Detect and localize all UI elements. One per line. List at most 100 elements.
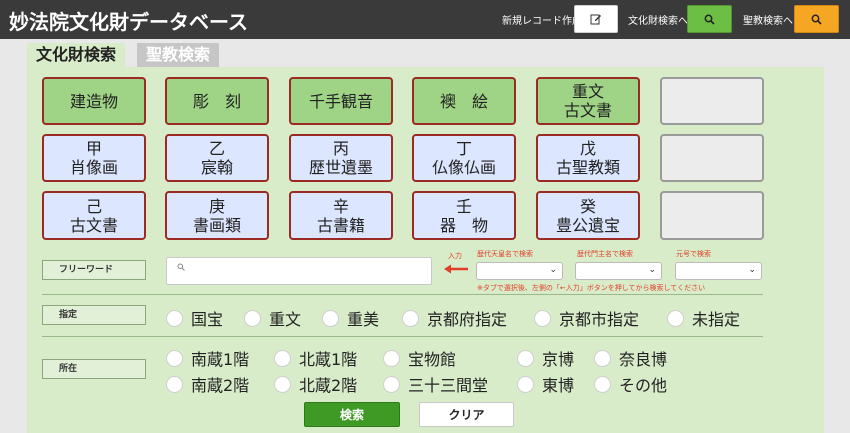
designation-radio-jubun[interactable]: 重文 bbox=[244, 306, 301, 330]
input-transfer-label: 入力 bbox=[448, 252, 462, 260]
category-label-line2: 古聖教類 bbox=[555, 158, 620, 177]
category-button[interactable]: 己 古文書 bbox=[42, 191, 146, 240]
radio-circle[interactable] bbox=[383, 349, 400, 367]
category-label-line1: 戊 bbox=[579, 139, 596, 158]
radio-label: その他 bbox=[619, 376, 668, 395]
category-label-line2: 歴世遺墨 bbox=[308, 158, 373, 177]
category-button[interactable]: 襖 絵 bbox=[412, 77, 516, 125]
cultural-search-label: 文化財検索へ bbox=[628, 16, 688, 27]
era-select[interactable]: ⌄ bbox=[675, 262, 762, 280]
location-radio-kitagura-1f[interactable]: 北蔵1階 bbox=[274, 346, 357, 370]
location-radio-narahaku[interactable]: 奈良博 bbox=[594, 346, 667, 370]
empty-category-button[interactable] bbox=[660, 134, 764, 182]
emperor-select[interactable]: ⌄ bbox=[476, 262, 563, 280]
location-radio-kyohaku[interactable]: 京博 bbox=[517, 346, 574, 370]
category-label-line2: 古文書 bbox=[563, 101, 612, 120]
category-button[interactable]: 彫 刻 bbox=[165, 77, 269, 125]
radio-circle[interactable] bbox=[166, 349, 183, 367]
category-button[interactable]: 建造物 bbox=[42, 77, 146, 125]
location-radio-minamigura-2f[interactable]: 南蔵2階 bbox=[166, 372, 249, 396]
category-button[interactable]: 庚 書画類 bbox=[165, 191, 269, 240]
designation-radio-kyoto-pref[interactable]: 京都府指定 bbox=[402, 306, 507, 330]
freeword-input[interactable] bbox=[166, 257, 432, 285]
radio-circle[interactable] bbox=[322, 309, 339, 327]
designation-radio-jubi[interactable]: 重美 bbox=[322, 306, 379, 330]
radio-circle[interactable] bbox=[166, 309, 183, 327]
category-button[interactable]: 丁 仏像仏画 bbox=[412, 134, 516, 182]
empty-category-button[interactable] bbox=[660, 77, 764, 125]
radio-circle[interactable] bbox=[517, 375, 534, 393]
radio-label: 北蔵2階 bbox=[299, 376, 358, 395]
empty-category-button[interactable] bbox=[660, 191, 764, 240]
designation-radio-kokuho[interactable]: 国宝 bbox=[166, 306, 223, 330]
designation-radio-none[interactable]: 未指定 bbox=[667, 306, 740, 330]
category-label-line2: 肖像画 bbox=[69, 158, 118, 177]
category-label-line1: 丁 bbox=[455, 139, 472, 158]
radio-circle[interactable] bbox=[274, 375, 291, 393]
location-radio-tohaku[interactable]: 東博 bbox=[517, 372, 574, 396]
radio-label: 三十三間堂 bbox=[408, 376, 489, 395]
divider bbox=[42, 336, 763, 337]
category-button[interactable]: 乙 宸翰 bbox=[165, 134, 269, 182]
category-button[interactable]: 戊 古聖教類 bbox=[536, 134, 640, 182]
scripture-search-label: 聖教検索へ bbox=[743, 16, 793, 27]
radio-circle[interactable] bbox=[383, 375, 400, 393]
category-label-line1: 建造物 bbox=[69, 91, 118, 111]
search-note: ※タブで選択後、左側の「←入力」ボタンを押してから検索してください bbox=[477, 284, 706, 292]
location-radio-minamigura-1f[interactable]: 南蔵1階 bbox=[166, 346, 249, 370]
emperor-search-label: 歴代天皇名で検索 bbox=[477, 250, 533, 258]
new-record-button[interactable] bbox=[574, 5, 618, 33]
radio-circle[interactable] bbox=[534, 309, 551, 327]
radio-label: 南蔵1階 bbox=[191, 350, 250, 369]
radio-circle[interactable] bbox=[244, 309, 261, 327]
category-button[interactable]: 甲 肖像画 bbox=[42, 134, 146, 182]
radio-label: 京博 bbox=[542, 350, 575, 369]
tab-scripture-search[interactable]: 聖教検索 bbox=[137, 43, 220, 67]
chevron-down-icon: ⌄ bbox=[549, 265, 557, 275]
category-label-line1: 壬 bbox=[455, 196, 472, 216]
category-button[interactable]: 千手観音 bbox=[289, 77, 393, 125]
tab-cultural-search[interactable]: 文化財検索 bbox=[27, 43, 126, 67]
radio-label: 重文 bbox=[269, 310, 302, 329]
category-button[interactable]: 丙 歴世遺墨 bbox=[289, 134, 393, 182]
search-button[interactable]: 検索 bbox=[304, 402, 400, 427]
category-button[interactable]: 癸 豊公遺宝 bbox=[536, 191, 640, 240]
abbot-select[interactable]: ⌄ bbox=[575, 262, 662, 280]
location-radio-sanjusangendo[interactable]: 三十三間堂 bbox=[383, 372, 488, 396]
category-button[interactable]: 辛 古書籍 bbox=[289, 191, 393, 240]
category-label-line2: 古文書 bbox=[69, 215, 118, 235]
search-icon bbox=[177, 263, 185, 271]
clear-button[interactable]: クリア bbox=[419, 402, 514, 427]
scripture-search-button[interactable] bbox=[794, 5, 839, 33]
new-record-label: 新規レコード作成 bbox=[502, 16, 582, 27]
radio-circle[interactable] bbox=[166, 375, 183, 393]
radio-circle[interactable] bbox=[594, 375, 611, 393]
category-label-line2: 宸翰 bbox=[200, 158, 233, 177]
edit-icon bbox=[590, 14, 601, 25]
designation-label: 指定 bbox=[42, 305, 146, 325]
radio-circle[interactable] bbox=[274, 349, 291, 367]
location-radio-other[interactable]: その他 bbox=[594, 372, 667, 396]
radio-label: 京都府指定 bbox=[427, 310, 508, 329]
location-radio-homotsukan[interactable]: 宝物館 bbox=[383, 346, 456, 370]
radio-circle[interactable] bbox=[402, 309, 419, 327]
arrow-left-icon[interactable] bbox=[443, 264, 469, 274]
divider bbox=[42, 294, 763, 295]
category-button[interactable]: 重文 古文書 bbox=[536, 77, 640, 125]
category-button[interactable]: 壬 器 物 bbox=[412, 191, 516, 240]
location-radio-kitagura-2f[interactable]: 北蔵2階 bbox=[274, 372, 357, 396]
radio-circle[interactable] bbox=[667, 309, 684, 327]
header-bar: 妙法院文化財データベース 新規レコード作成 文化財検索へ 聖教検索へ bbox=[0, 0, 850, 39]
location-label: 所在 bbox=[42, 359, 146, 379]
search-icon bbox=[704, 14, 715, 25]
radio-circle[interactable] bbox=[594, 349, 611, 367]
radio-label: 京都市指定 bbox=[559, 310, 640, 329]
cultural-search-button[interactable] bbox=[687, 5, 732, 33]
designation-radio-kyoto-city[interactable]: 京都市指定 bbox=[534, 306, 639, 330]
radio-label: 宝物館 bbox=[408, 350, 457, 369]
radio-circle[interactable] bbox=[517, 349, 534, 367]
radio-label: 未指定 bbox=[692, 310, 741, 329]
category-label-line1: 己 bbox=[85, 196, 102, 216]
abbot-search-label: 歴代門主名で検索 bbox=[577, 250, 633, 258]
chevron-down-icon: ⌄ bbox=[748, 265, 756, 275]
